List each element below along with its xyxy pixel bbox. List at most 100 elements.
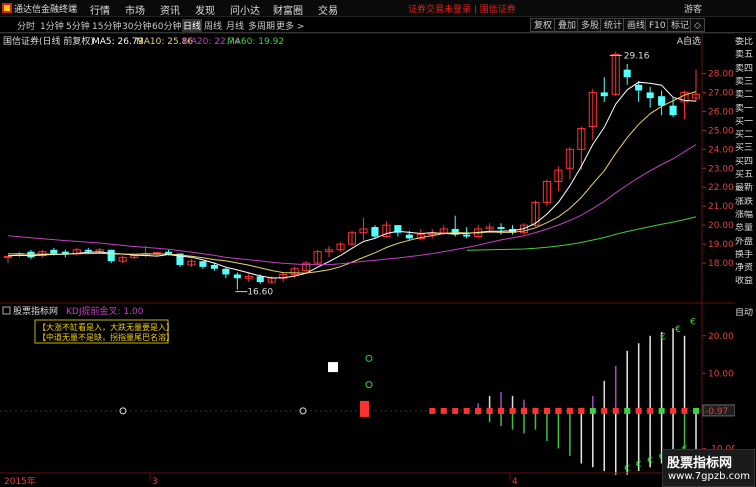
app-logo-icon [2, 3, 12, 13]
candle-body [50, 249, 58, 254]
ind-green-circle [365, 381, 373, 389]
side-label: 外盘 [735, 236, 754, 247]
candle-body [658, 96, 666, 106]
watermark-title: 股票指标网 [667, 456, 733, 471]
side-label: 卖二 [735, 90, 754, 101]
ind-square [521, 407, 527, 414]
ind-square [647, 407, 654, 414]
side-label: 委比 [735, 37, 754, 47]
x-label-month: 3 [152, 477, 158, 487]
candle-body [256, 276, 264, 283]
price-axis-label: 22.00 [708, 183, 734, 193]
menu-quotes[interactable]: 行情 [90, 2, 110, 17]
euro-marker: € [690, 318, 696, 328]
indicator-source-label: 股票指标网 [13, 305, 58, 317]
ind-square [635, 407, 642, 414]
ind-axis-label: 10.00 [708, 369, 734, 379]
title-bar: 通达信金融终端 行情 市场 资讯 发现 问小达 财富圈 交易 证券交易未登录 |… [0, 0, 756, 17]
period-60min[interactable]: 60分钟 [152, 19, 181, 32]
euro-marker: € [660, 333, 666, 343]
auto-label[interactable]: 自动 [735, 308, 756, 319]
period-1min[interactable]: 1分钟 [40, 19, 64, 32]
period-multi[interactable]: 多周期 [248, 19, 275, 32]
ma20-line [7, 144, 697, 266]
euro-marker: € [675, 325, 681, 335]
ind-square [589, 407, 596, 414]
f10-button[interactable]: F10 [645, 18, 670, 32]
ind-square [429, 407, 436, 414]
period-more[interactable]: 更多 > [276, 19, 304, 32]
app-title: 通达信金融终端 [14, 5, 78, 15]
menu-discover[interactable]: 发现 [195, 2, 215, 17]
ind-square [624, 407, 631, 414]
candle-body [635, 84, 643, 91]
price-axis-label: 20.00 [708, 221, 734, 231]
fuquan-button[interactable]: 复权 [530, 18, 557, 32]
period-fenshi[interactable]: 分时 [17, 19, 35, 32]
period-weekly[interactable]: 周线 [204, 19, 222, 32]
candle-body [497, 227, 505, 229]
euro-marker: € [647, 456, 653, 466]
period-5min[interactable]: 5分钟 [66, 19, 90, 32]
menu-news[interactable]: 资讯 [160, 2, 180, 17]
candle-body [669, 105, 677, 116]
ind-square [612, 407, 619, 414]
ind-square [566, 407, 573, 414]
x-label-month: 4 [512, 477, 518, 487]
ind-value-label: -0.97 [705, 407, 728, 417]
ind-green-circle [365, 354, 373, 362]
side-label: 最新 [735, 183, 754, 194]
ma60-label: MA60: 19.92 [227, 37, 284, 47]
auto-select-button: A自选 [677, 35, 701, 47]
login-notice[interactable]: 证券交易未登录 | 国信证券 [408, 2, 516, 15]
side-label: 买三 [735, 143, 754, 154]
price-axis-label: 24.00 [708, 145, 734, 155]
candle-body [371, 227, 379, 237]
period-30min[interactable]: 30分钟 [122, 19, 151, 32]
guest-label[interactable]: 游客 [684, 2, 702, 15]
ind-square [475, 407, 482, 414]
x-label-year: 2015年 [4, 475, 36, 487]
period-monthly[interactable]: 月线 [226, 19, 244, 32]
side-label: 买二 [735, 130, 754, 141]
price-axis-label: 19.00 [708, 240, 734, 250]
side-label: 卖四 [735, 63, 754, 74]
period-daily[interactable]: 日线 [182, 19, 203, 32]
ind-square [555, 407, 562, 414]
app-window: 通达信金融终端 行情 市场 资讯 发现 问小达 财富圈 交易 证券交易未登录 |… [0, 0, 756, 487]
menu-wealth[interactable]: 财富圈 [273, 2, 303, 17]
ind-square [658, 407, 665, 414]
candle-body [84, 249, 92, 252]
menu-market[interactable]: 市场 [125, 2, 145, 17]
watermark-url: www.7gpzb.com [668, 471, 750, 482]
ind-square [543, 407, 550, 414]
price-axis-label: 18.00 [708, 259, 734, 269]
candle-body [405, 234, 413, 239]
ind-square [463, 407, 470, 414]
ind-square [532, 407, 539, 414]
euro-marker: € [636, 460, 642, 470]
chart-area[interactable]: 国信证券(日线 前复权)MA5: 26.79MA10: 25.86MA20: 2… [0, 33, 735, 487]
ind-square [670, 407, 677, 414]
ind-red-block [360, 400, 369, 417]
candle-body [222, 268, 230, 275]
period-15min[interactable]: 15分钟 [92, 19, 121, 32]
side-label: 卖三 [735, 76, 754, 87]
price-axis-label: 25.00 [708, 126, 734, 136]
ind-square [693, 407, 699, 414]
candle-body [199, 261, 207, 267]
menu-ask[interactable]: 问小达 [230, 2, 260, 17]
diamond-button[interactable]: ◇ [690, 18, 705, 32]
candle-body [623, 69, 631, 78]
ind-white-square [328, 362, 338, 373]
ind-axis-label: 20.00 [708, 332, 734, 342]
ind-square [681, 407, 688, 414]
ind-square [601, 407, 608, 414]
indicator-formula-label: KDJ提前金叉: 1.00 [66, 305, 144, 317]
side-label: 净资 [735, 263, 754, 274]
price-axis-label: 27.00 [708, 88, 734, 98]
candle-body [600, 92, 608, 97]
menu-trade[interactable]: 交易 [318, 2, 338, 17]
indicator-toggle-icon[interactable] [2, 306, 11, 315]
price-pane: 国信证券(日线 前复权)MA5: 26.79MA10: 25.86MA20: 2… [3, 35, 734, 298]
